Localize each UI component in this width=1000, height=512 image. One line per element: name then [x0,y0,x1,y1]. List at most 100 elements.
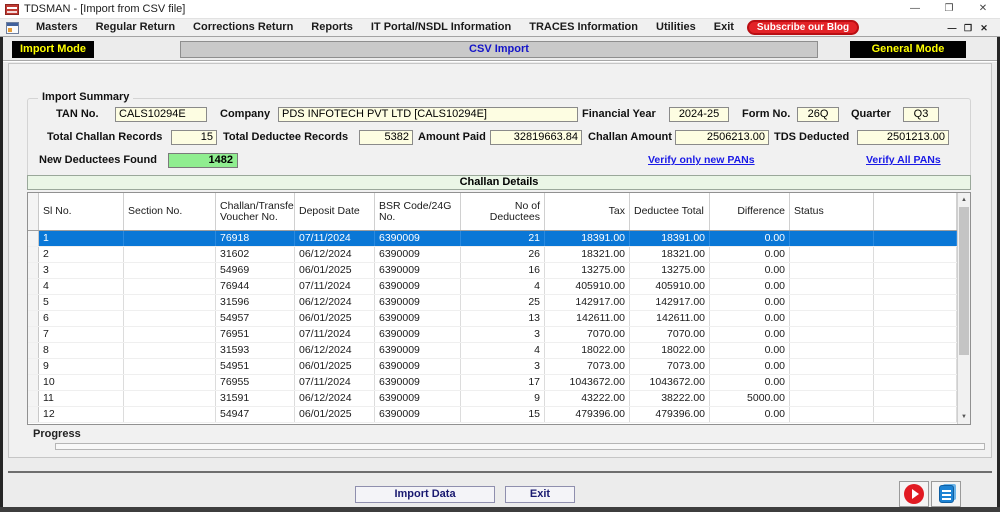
cell-deductee-total: 18391.00 [630,231,710,246]
cell-bsr-code-24g-no-: 6390009 [375,295,461,310]
cell-filler [874,391,957,406]
mdi-close-icon[interactable]: ✕ [976,20,992,36]
cell-deductee-total: 1043672.00 [630,375,710,390]
column-header-no-of-deductees[interactable]: No of Deductees [461,193,545,230]
maximize-icon[interactable]: ❐ [932,0,966,18]
row-header-cell[interactable] [28,375,39,390]
verify-all-pans-link[interactable]: Verify All PANs [866,154,941,166]
financial-year-input[interactable]: 2024-25 [669,107,729,122]
column-header-bsr-code-24g-no-[interactable]: BSR Code/24G No. [375,193,461,230]
table-row[interactable]: 83159306/12/20246390009418022.0018022.00… [28,343,970,359]
cell-difference: 5000.00 [710,391,790,406]
table-row[interactable]: 53159606/12/2024639000925142917.00142917… [28,295,970,311]
table-row[interactable]: 17691807/11/202463900092118391.0018391.0… [28,231,970,247]
column-header-sl-no-[interactable]: Sl No. [39,193,124,230]
row-header-cell[interactable] [28,407,39,422]
close-icon[interactable]: ✕ [966,0,1000,18]
exit-button[interactable]: Exit [505,486,575,503]
table-row[interactable]: 47694407/11/202463900094405910.00405910.… [28,279,970,295]
mdi-restore-icon[interactable]: ❐ [960,20,976,36]
cell-deductee-total: 38222.00 [630,391,710,406]
general-mode-button[interactable]: General Mode [850,41,966,58]
cell-difference: 0.00 [710,375,790,390]
cell-deposit-date: 06/12/2024 [295,391,375,406]
menu-item-traces-information[interactable]: TRACES Information [520,19,647,36]
cell-no-of-deductees: 13 [461,311,545,326]
table-row[interactable]: 77695107/11/2024639000937070.007070.000.… [28,327,970,343]
column-header-challan-transfer-voucher-no-[interactable]: Challan/Transfer Voucher No. [216,193,295,230]
menu-items: MastersRegular ReturnCorrections ReturnR… [27,19,743,36]
row-header-cell[interactable] [28,263,39,278]
total-challan-records-label: Total Challan Records [47,130,162,145]
minimize-icon[interactable]: — [898,0,932,18]
subscribe-blog-button[interactable]: Subscribe our Blog [747,20,859,35]
cell-deductee-total: 405910.00 [630,279,710,294]
video-help-button[interactable] [899,481,929,507]
cell-no-of-deductees: 4 [461,279,545,294]
table-row[interactable]: 125494706/01/2025639000915479396.0047939… [28,407,970,423]
row-header-cell[interactable] [28,247,39,262]
mdi-minimize-icon[interactable]: — [944,20,960,36]
import-data-button[interactable]: Import Data [355,486,495,503]
challan-amount-label: Challan Amount [588,130,672,145]
cell-status [790,359,874,374]
column-header-tax[interactable]: Tax [545,193,630,230]
cell-section-no- [124,343,216,358]
import-mode-button[interactable]: Import Mode [12,41,94,58]
cell-bsr-code-24g-no-: 6390009 [375,311,461,326]
scroll-down-icon[interactable]: ▼ [958,410,970,424]
cell-filler [874,327,957,342]
row-header-cell[interactable] [28,279,39,294]
cell-filler [874,343,957,358]
cell-challan-transfer-voucher-no-: 76918 [216,231,295,246]
table-row[interactable]: 107695507/11/20246390009171043672.001043… [28,375,970,391]
column-header-deposit-date[interactable]: Deposit Date [295,193,375,230]
table-row[interactable]: 113159106/12/20246390009943222.0038222.0… [28,391,970,407]
cell-sl-no-: 4 [39,279,124,294]
menu-bar: MastersRegular ReturnCorrections ReturnR… [0,19,1000,37]
table-row[interactable]: 35496906/01/202563900091613275.0013275.0… [28,263,970,279]
table-row[interactable]: 23160206/12/202463900092618321.0018321.0… [28,247,970,263]
table-row[interactable]: 95495106/01/2025639000937073.007073.000.… [28,359,970,375]
column-header-status[interactable]: Status [790,193,874,230]
cell-tax: 18022.00 [545,343,630,358]
row-header-cell[interactable] [28,295,39,310]
quarter-input[interactable]: Q3 [903,107,939,122]
cell-tax: 18321.00 [545,247,630,262]
cell-bsr-code-24g-no-: 6390009 [375,247,461,262]
import-summary-title: Import Summary [38,91,133,103]
cell-tax: 43222.00 [545,391,630,406]
row-header-cell[interactable] [28,343,39,358]
scrollbar-thumb[interactable] [959,207,969,355]
scroll-up-icon[interactable]: ▲ [958,193,970,207]
row-header-cell[interactable] [28,231,39,246]
cell-difference: 0.00 [710,279,790,294]
verify-new-pans-link[interactable]: Verify only new PANs [648,154,755,166]
table-row[interactable]: 65495706/01/2025639000913142611.00142611… [28,311,970,327]
form-no-input[interactable]: 26Q [797,107,839,122]
notes-button[interactable] [931,481,961,507]
column-header-difference[interactable]: Difference [710,193,790,230]
menu-item-utilities[interactable]: Utilities [647,19,705,36]
row-header-cell[interactable] [28,311,39,326]
menu-item-reports[interactable]: Reports [302,19,362,36]
menu-item-regular-return[interactable]: Regular Return [87,19,184,36]
menu-item-masters[interactable]: Masters [27,19,87,36]
cell-difference: 0.00 [710,295,790,310]
cell-tax: 142917.00 [545,295,630,310]
menu-item-exit[interactable]: Exit [705,19,743,36]
grid-vertical-scrollbar[interactable]: ▲ ▼ [957,193,970,424]
company-input[interactable]: PDS INFOTECH PVT LTD [CALS10294E] [278,107,578,122]
menu-item-corrections-return[interactable]: Corrections Return [184,19,302,36]
column-header-deductee-total[interactable]: Deductee Total [630,193,710,230]
row-header-cell[interactable] [28,327,39,342]
row-header-cell[interactable] [28,391,39,406]
cell-deductee-total: 18321.00 [630,247,710,262]
window-frame-bottom [0,507,1000,512]
menu-item-it-portal-nsdl-information[interactable]: IT Portal/NSDL Information [362,19,520,36]
tan-input[interactable]: CALS10294E [115,107,207,122]
column-header-section-no-[interactable]: Section No. [124,193,216,230]
cell-section-no- [124,263,216,278]
row-header-cell[interactable] [28,359,39,374]
total-deductee-records-label: Total Deductee Records [223,130,348,145]
